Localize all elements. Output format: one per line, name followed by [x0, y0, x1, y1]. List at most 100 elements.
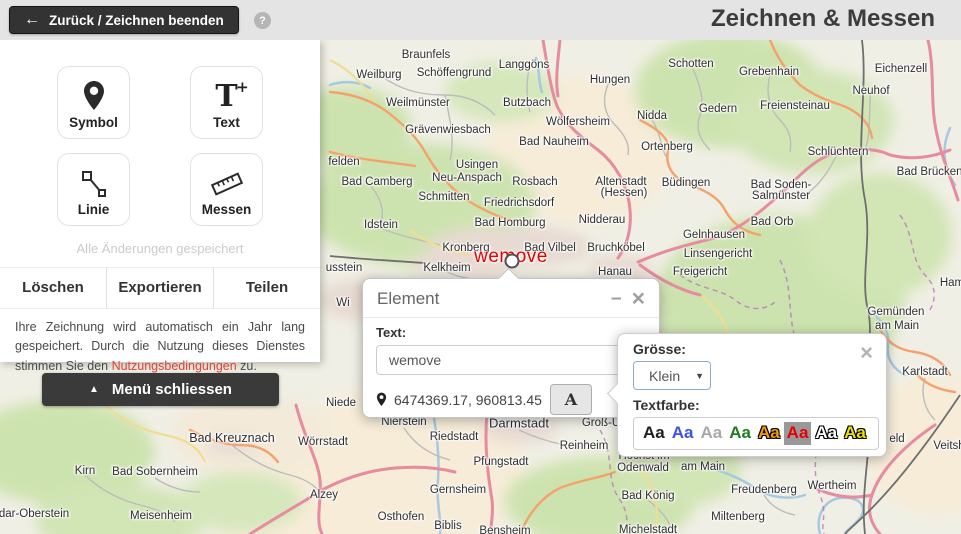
map-label: Salmünster	[752, 190, 810, 202]
ruler-icon	[209, 163, 245, 199]
help-icon[interactable]: ?	[254, 12, 271, 29]
dialog-title: Element	[377, 289, 611, 309]
delete-button[interactable]: Löschen	[0, 268, 106, 308]
map-label: Schöffengrund	[417, 67, 492, 79]
map-label: Braunfels	[402, 49, 451, 61]
textcolor-swatch-green[interactable]: Aa	[726, 422, 754, 444]
map-label: Bensheim	[479, 525, 530, 534]
map-label: Butzbach	[503, 97, 551, 109]
terms-link[interactable]: Nutzungsbedingungen	[112, 359, 237, 373]
textcolor-swatch-red[interactable]: Aa	[784, 422, 812, 444]
map-label: Wörrstadt	[298, 436, 348, 448]
map-label: am Main	[875, 320, 919, 332]
map-label: Neuhof	[852, 85, 889, 97]
text-field-label: Text:	[376, 325, 646, 340]
map-label: Freudenberg	[731, 484, 797, 496]
map-label: Freiensteinau	[760, 100, 830, 112]
marker-dot[interactable]	[505, 254, 520, 269]
map-label: Langgöns	[499, 59, 550, 71]
symbol-tool-button[interactable]: Symbol	[57, 66, 130, 139]
symbol-tool-label: Symbol	[69, 115, 118, 130]
map-label: Groß-U	[582, 417, 620, 429]
map-label: Bad Brückenau	[897, 166, 961, 178]
back-button[interactable]: ← Zurück / Zeichnen beenden	[9, 6, 239, 34]
measure-tool-label: Messen	[202, 202, 252, 217]
triangle-up-icon: ▲	[89, 384, 99, 395]
map-label: eld	[889, 433, 904, 445]
map-label: am Main	[681, 461, 725, 473]
map-label: Idstein	[364, 219, 398, 231]
textcolor-swatch-orange[interactable]: Aa	[755, 422, 783, 444]
map-label: Grebenhain	[739, 66, 799, 78]
map-label: Hanau	[598, 266, 632, 278]
text-tool-button[interactable]: T+ Text	[190, 66, 263, 139]
map-label: Gedern	[699, 103, 737, 115]
map-label: Karlstadt	[902, 366, 947, 378]
map-label: Ham	[940, 277, 961, 289]
chevron-down-icon: ▼	[695, 371, 704, 381]
map-label: Ortenberg	[641, 141, 693, 153]
disclaimer-text: Ihre Zeichnung wird automatisch ein Jahr…	[0, 308, 320, 385]
map-label: Usingen	[456, 159, 498, 171]
coordinates-value: 6474369.17, 960813.45	[394, 392, 542, 408]
text-plus-icon: T+	[215, 76, 237, 112]
close-icon[interactable]: ×	[632, 287, 645, 310]
page-title: Zeichnen & Messen	[711, 5, 935, 33]
map-label: Osthofen	[378, 511, 425, 523]
minimize-icon[interactable]: –	[611, 289, 622, 308]
map-label: Wertheim	[808, 480, 857, 492]
map-label: Friedrichsdorf	[484, 197, 554, 209]
text-tool-label: Text	[213, 115, 240, 130]
export-button[interactable]: Exportieren	[106, 268, 213, 308]
size-select-value: Klein	[649, 368, 680, 384]
polyline-icon	[79, 163, 109, 199]
text-style-button[interactable]: A	[550, 384, 592, 415]
map-label: Hungen	[590, 74, 630, 86]
map-label: Pfungstadt	[474, 456, 529, 468]
map-label: Meisenheim	[130, 510, 192, 522]
text-input[interactable]	[376, 345, 648, 375]
map-label: Bad Homburg	[475, 217, 546, 229]
textcolor-swatch-gray[interactable]: Aa	[697, 422, 725, 444]
map-label: Reinheim	[560, 440, 609, 452]
back-button-label: Zurück / Zeichnen beenden	[49, 13, 224, 28]
header-bar: ← Zurück / Zeichnen beenden ? Zeichnen &…	[0, 0, 961, 40]
line-tool-button[interactable]: Linie	[57, 153, 130, 226]
map-label: Freigericht	[673, 266, 727, 278]
size-select[interactable]: Klein ▼	[633, 361, 711, 390]
measure-tool-button[interactable]: Messen	[190, 153, 263, 226]
map-label: Bad König	[621, 490, 674, 502]
map-label: Kelkheim	[423, 262, 470, 274]
map-label: Gelnhausen	[683, 229, 745, 241]
map-label: Michelstadt	[619, 524, 677, 534]
textcolor-label: Textfarbe:	[633, 397, 871, 413]
map-label: Schlüchtern	[808, 146, 869, 158]
textcolor-swatch-white[interactable]: Aa	[812, 422, 840, 444]
map-label: Eichenzell	[875, 63, 927, 75]
map-label: Bad Sobernheim	[112, 466, 198, 478]
map-label: Veitsh	[933, 440, 961, 452]
textcolor-swatch-blue[interactable]: Aa	[669, 422, 697, 444]
map-label: Wi	[336, 297, 349, 309]
map-label: Linsengericht	[684, 248, 752, 260]
location-pin-icon	[376, 392, 387, 407]
map-label: dar-Oberstein	[0, 508, 69, 520]
close-icon[interactable]: ×	[860, 340, 873, 366]
textcolor-swatch-black[interactable]: Aa	[640, 422, 668, 444]
map-label: Kirn	[75, 465, 95, 477]
map-label: Schotten	[668, 58, 713, 70]
map-label: felden	[328, 156, 359, 168]
map-label: Biblis	[434, 520, 461, 532]
map-label: Büdingen	[662, 177, 711, 189]
map-label: Miltenberg	[711, 511, 765, 523]
map-label: Bad Nauheim	[519, 136, 589, 148]
map-label: (Hessen)	[601, 187, 648, 199]
textcolor-swatch-yellow[interactable]: Aa	[841, 422, 869, 444]
size-label: Grösse:	[633, 341, 871, 357]
map-label: Bad Kreuznach	[189, 431, 274, 445]
share-button[interactable]: Teilen	[213, 268, 320, 308]
map-label: Bad Orb	[751, 216, 794, 228]
map-label: Rosbach	[512, 176, 557, 188]
map-label: Schmitten	[418, 191, 469, 203]
map-label: Alzey	[310, 489, 338, 501]
